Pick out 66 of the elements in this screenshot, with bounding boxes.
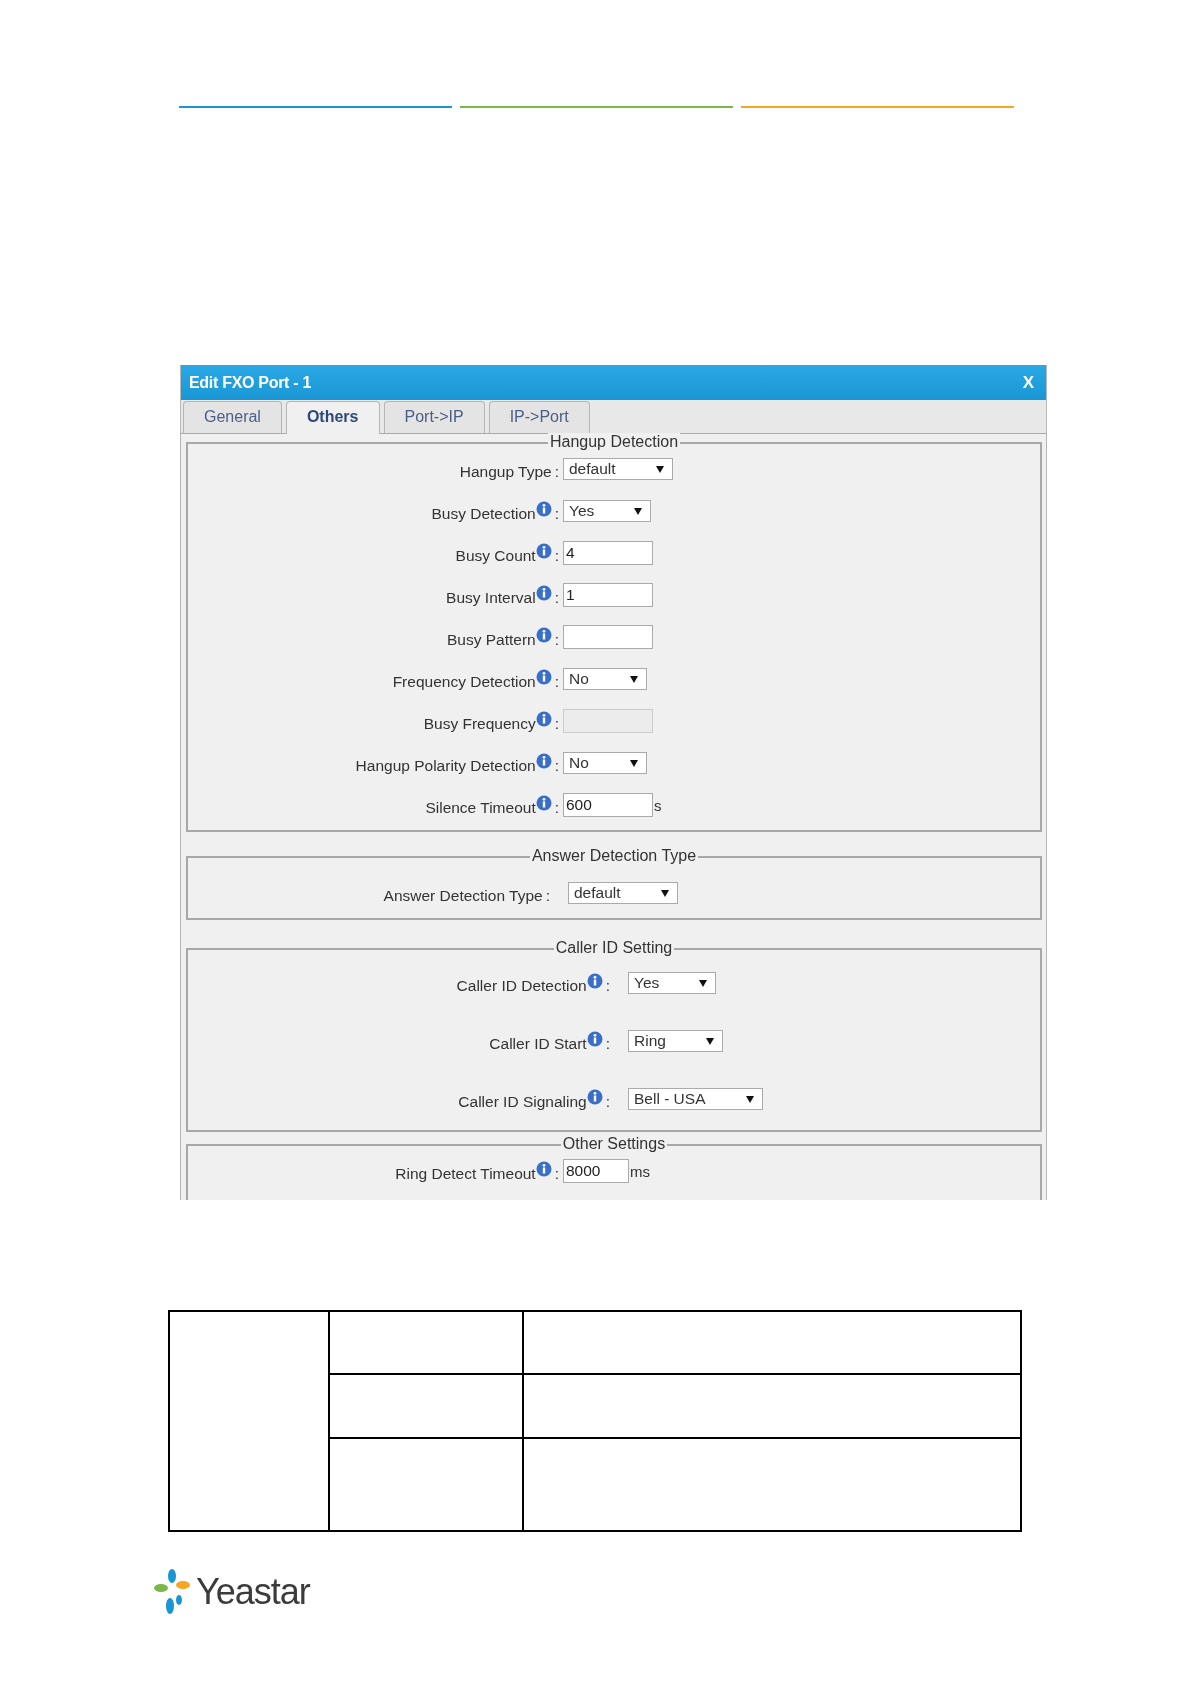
info-icon <box>535 585 552 601</box>
separator-colon: : <box>553 462 560 482</box>
separator-colon: : <box>553 714 560 734</box>
field-label: Busy Interval <box>446 588 536 608</box>
separator-colon: : <box>553 756 560 776</box>
separator-colon: : <box>553 798 560 818</box>
dropdown[interactable]: No <box>563 752 647 774</box>
separator-colon: : <box>553 630 560 650</box>
dropdown[interactable]: default <box>568 882 678 904</box>
group-title: Other Settings <box>560 1135 668 1153</box>
group-title: Caller ID Setting <box>553 939 675 957</box>
tab[interactable]: General <box>183 401 282 433</box>
separator-colon: : <box>604 1034 611 1054</box>
info-icon <box>535 795 552 811</box>
input-field[interactable] <box>563 625 653 649</box>
info-icon <box>535 1161 552 1177</box>
separator-colon: : <box>553 672 560 692</box>
group-title: Hangup Detection <box>547 433 681 451</box>
separator-colon: : <box>553 546 560 566</box>
field-label: Hangup Type <box>459 462 552 482</box>
separator-colon: : <box>604 1092 611 1112</box>
tab[interactable]: IP->Port <box>488 401 590 433</box>
field-label: Busy Count <box>455 546 536 566</box>
separator-colon: : <box>544 886 551 906</box>
info-icon <box>535 627 552 643</box>
separator-colon: : <box>604 976 611 996</box>
separator-colon: : <box>553 504 560 524</box>
dropdown[interactable]: default <box>563 458 673 480</box>
input-field[interactable]: 1 <box>563 583 653 607</box>
separator-colon: : <box>553 588 560 608</box>
field-label: Busy Frequency <box>423 714 536 734</box>
info-icon <box>586 1089 603 1105</box>
info-icon <box>586 973 603 989</box>
field-label: Caller ID Signaling <box>458 1092 587 1112</box>
field-label: Silence Timeout <box>425 798 536 818</box>
input-field[interactable]: 600 <box>563 793 653 817</box>
tab[interactable]: Port->IP <box>383 401 485 433</box>
tab[interactable]: Others <box>285 401 380 434</box>
info-icon <box>535 501 552 517</box>
field-label: Frequency Detection <box>392 672 536 692</box>
field-label: Caller ID Detection <box>456 976 587 996</box>
dropdown[interactable]: Yes <box>563 500 652 522</box>
group-title: Answer Detection Type <box>529 847 699 865</box>
input-field[interactable]: 8000 <box>563 1159 629 1183</box>
field-label: Hangup Polarity Detection <box>355 756 536 776</box>
dropdown[interactable]: Yes <box>628 972 717 994</box>
unit-label: ms <box>630 1162 650 1180</box>
info-icon <box>535 711 552 727</box>
dropdown[interactable]: Bell - USA <box>628 1088 763 1110</box>
field-label: Ring Detect Timeout <box>395 1164 536 1184</box>
field-label: Busy Detection <box>431 504 536 524</box>
separator-colon: : <box>553 1164 560 1184</box>
dropdown[interactable]: Ring <box>628 1030 723 1052</box>
field-label: Answer Detection Type <box>383 886 543 906</box>
dropdown[interactable]: No <box>563 668 647 690</box>
input-field[interactable]: 4 <box>563 541 653 565</box>
info-icon <box>586 1031 603 1047</box>
unit-label: s <box>654 796 662 814</box>
info-icon <box>535 753 552 769</box>
field-label: Busy Pattern <box>446 630 536 650</box>
window-title: Edit FXO Port - 1 <box>189 373 312 392</box>
flower-icon <box>152 1568 192 1616</box>
info-icon <box>535 669 552 685</box>
brand-name: Yeastar <box>196 1571 310 1613</box>
field-label: Caller ID Start <box>489 1034 587 1054</box>
info-icon <box>535 543 552 559</box>
